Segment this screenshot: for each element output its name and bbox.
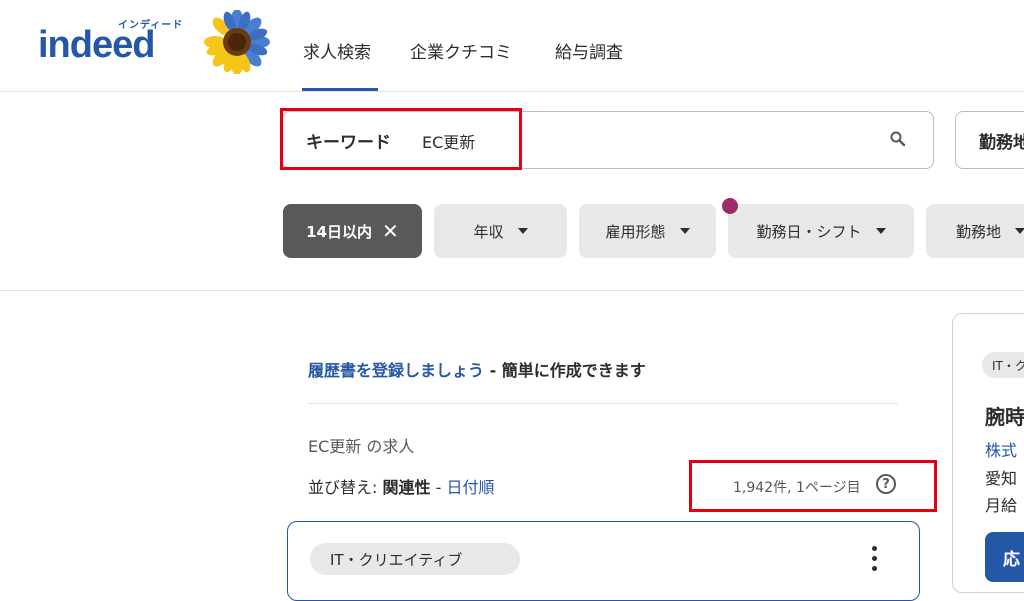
sort-options: 並び替え: 関連性 - 日付順 — [308, 474, 494, 498]
sort-relevance: 関連性 — [382, 478, 431, 497]
filter-date-posted[interactable]: 14日以内 ✕ — [283, 204, 422, 258]
filter-shift-label: 勤務日・シフト — [756, 222, 862, 241]
location-label: 勤務地 — [979, 133, 1024, 153]
filter-salary[interactable]: 年収 — [434, 204, 567, 258]
filter-shift[interactable]: 勤務日・シフト — [728, 204, 914, 258]
results-heading: EC更新 の求人 — [308, 437, 415, 456]
detail-salary: 月給 — [985, 496, 1018, 515]
sort-separator: - — [430, 478, 447, 497]
filter-divider — [0, 290, 1024, 291]
nav-job-search[interactable]: 求人検索 — [303, 38, 371, 63]
sunflower-icon — [204, 9, 270, 75]
close-icon[interactable]: ✕ — [382, 221, 399, 241]
indeed-logo[interactable]: インディード indeed — [38, 16, 184, 68]
apply-button[interactable]: 応 — [985, 532, 1024, 582]
filter-location-label: 勤務地 — [956, 222, 1002, 241]
sort-by-date-link[interactable]: 日付順 — [446, 478, 494, 497]
logo-text: indeed — [38, 24, 155, 66]
resume-register-link[interactable]: 履歴書を登録しましょう — [308, 361, 484, 380]
detail-company-link[interactable]: 株式 — [985, 437, 1017, 461]
results-divider — [308, 403, 898, 404]
detail-category-tag: IT・ク — [982, 352, 1024, 378]
filter-employment-type-label: 雇用形態 — [605, 222, 666, 241]
filter-salary-label: 年収 — [473, 222, 504, 241]
resume-prompt: 履歴書を登録しましょう - 簡単に作成できます — [308, 357, 646, 381]
caret-down-icon — [517, 228, 528, 234]
filter-location[interactable]: 勤務地 — [926, 204, 1024, 258]
sort-prefix: 並び替え: — [308, 478, 383, 497]
search-icon[interactable] — [889, 130, 907, 148]
highlight-count-box — [689, 460, 937, 512]
caret-down-icon — [1015, 228, 1024, 234]
filter-date-posted-label: 14日以内 — [306, 222, 373, 241]
notification-dot — [722, 198, 738, 214]
highlight-keyword-box — [280, 108, 522, 170]
job-category-tag: IT・クリエイティブ — [310, 543, 520, 575]
filter-employment-type[interactable]: 雇用形態 — [579, 204, 716, 258]
more-options-icon[interactable] — [872, 546, 880, 576]
nav-company-reviews[interactable]: 企業クチコミ — [410, 38, 512, 63]
caret-down-icon — [679, 228, 690, 234]
caret-down-icon — [875, 228, 886, 234]
header-divider — [0, 91, 1024, 92]
detail-location: 愛知 — [985, 469, 1018, 488]
nav-salary-search[interactable]: 給与調査 — [555, 38, 623, 63]
detail-job-title: 腕時 — [985, 405, 1024, 429]
resume-prompt-text: - 簡単に作成できます — [484, 361, 646, 380]
